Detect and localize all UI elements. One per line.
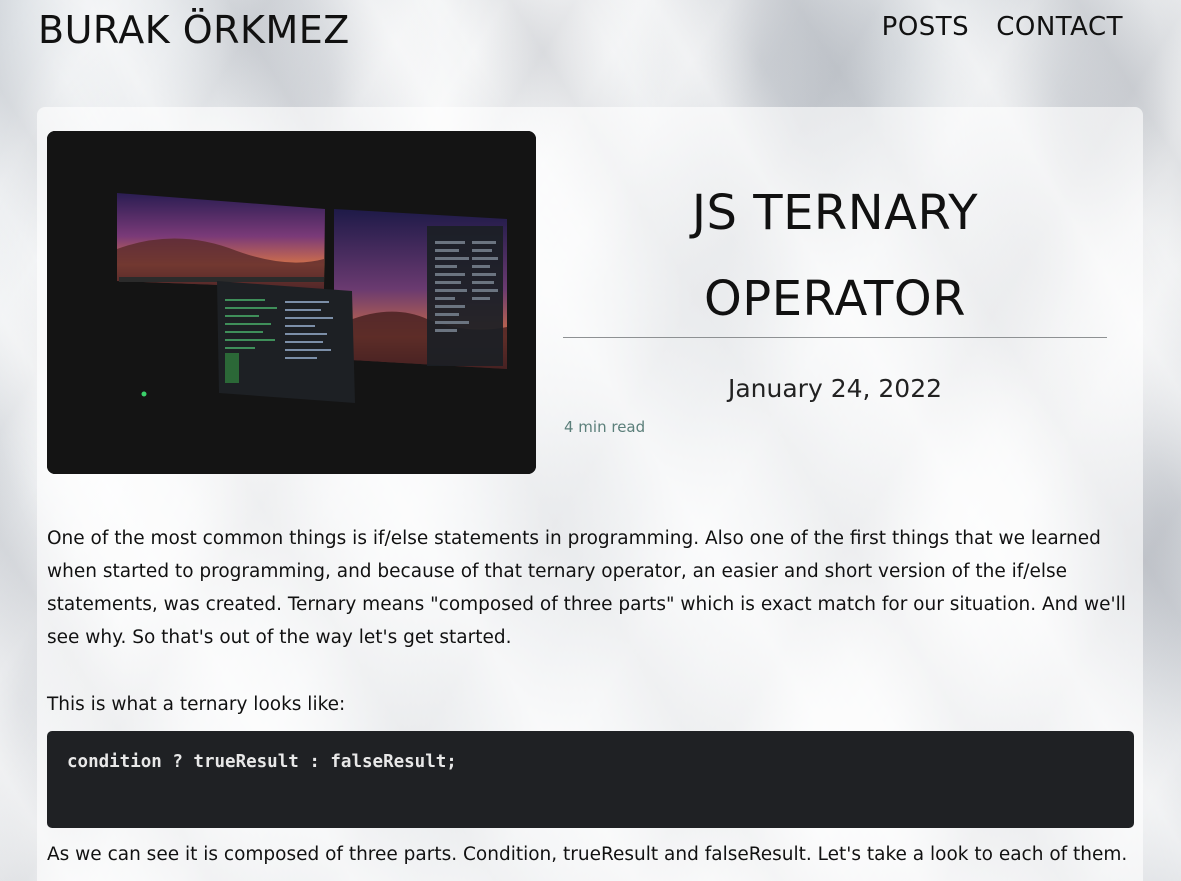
title-divider <box>563 337 1107 338</box>
post-title-line1: JS TERNARY <box>691 185 979 241</box>
post-body: One of the most common things is if/else… <box>47 522 1137 654</box>
post-title: JS TERNARY OPERATOR <box>563 170 1107 342</box>
site-brand-link[interactable]: BURAK ÖRKMEZ <box>38 8 350 52</box>
main-nav: POSTS CONTACT <box>882 12 1123 42</box>
desk-setup-photo <box>47 131 536 474</box>
post-hero-image <box>47 131 536 474</box>
nav-posts[interactable]: POSTS <box>882 12 970 42</box>
read-time: 4 min read <box>564 418 646 436</box>
nav-contact[interactable]: CONTACT <box>996 12 1123 42</box>
post-date: January 24, 2022 <box>727 374 943 403</box>
paragraph-ternary-intro: This is what a ternary looks like: <box>47 694 346 715</box>
paragraph-parts: As we can see it is composed of three pa… <box>47 844 1128 865</box>
post-title-line2: OPERATOR <box>703 271 967 327</box>
code-block: condition ? trueResult : falseResult; <box>47 731 1134 828</box>
code-text: condition ? trueResult : falseResult; <box>67 752 457 772</box>
paragraph-intro: One of the most common things is if/else… <box>47 528 1126 648</box>
site-header: BURAK ÖRKMEZ POSTS CONTACT <box>0 0 1181 60</box>
